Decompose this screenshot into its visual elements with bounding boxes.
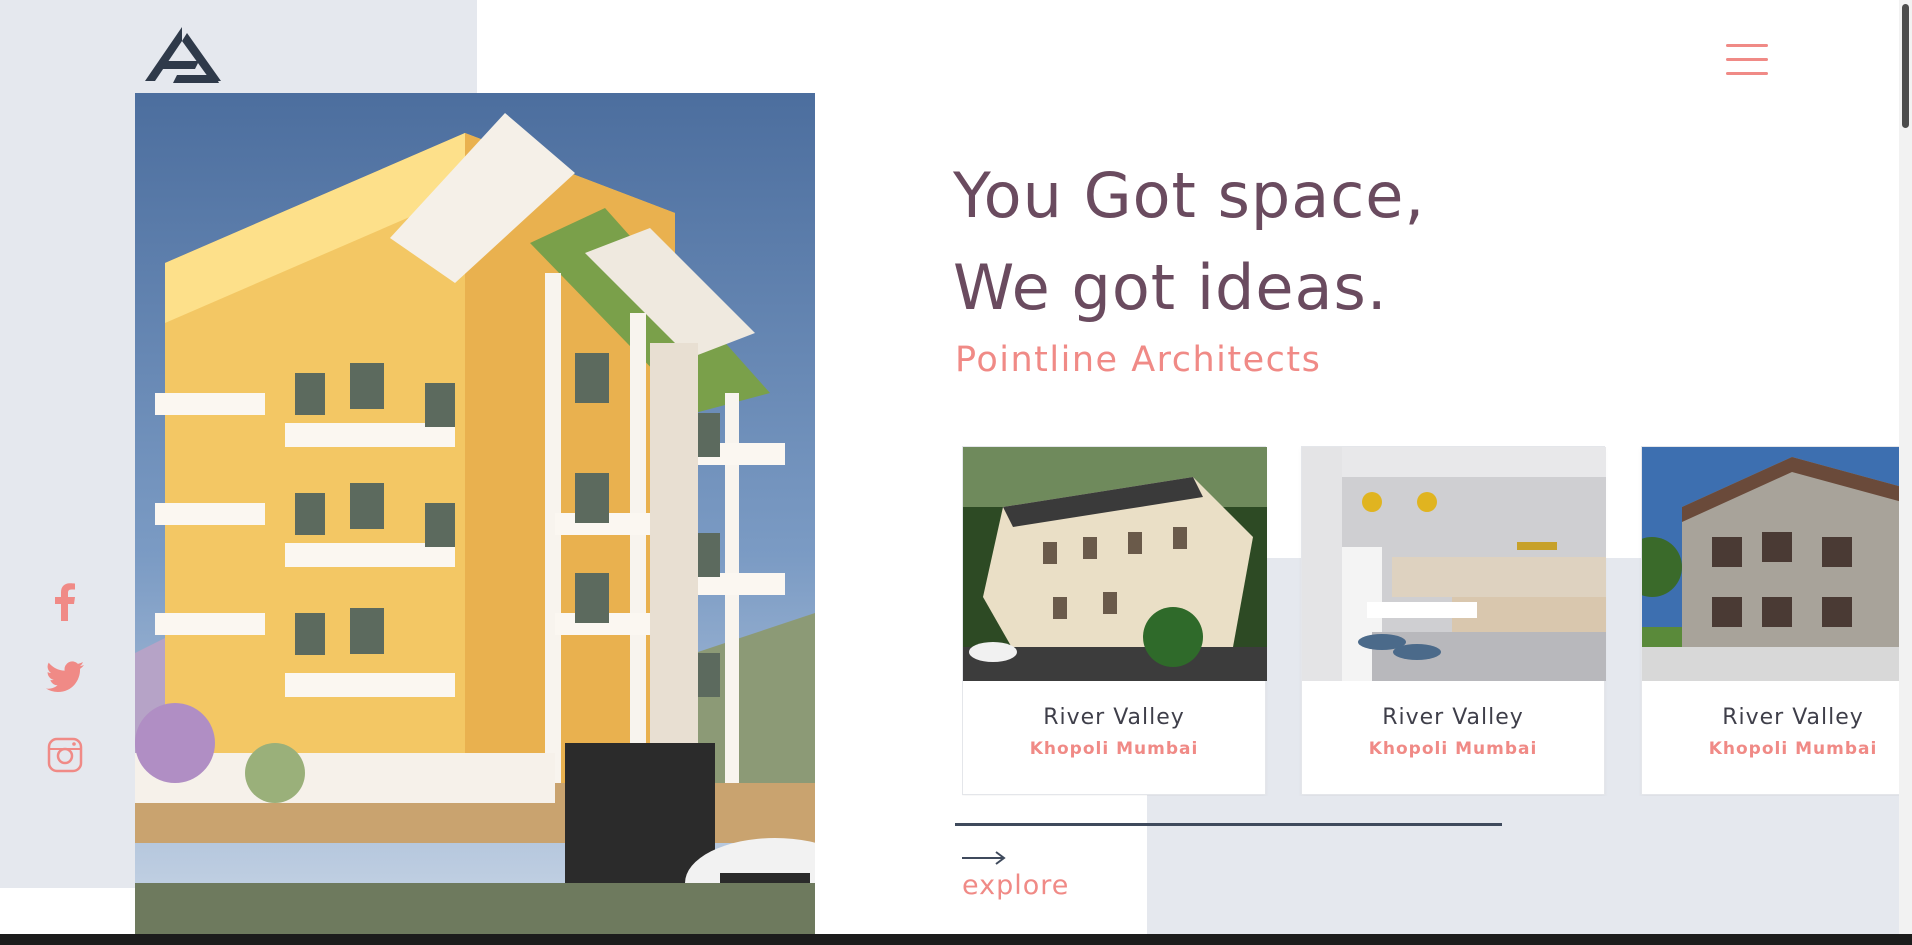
instagram-icon[interactable]: [44, 734, 86, 776]
facebook-icon[interactable]: [44, 581, 86, 623]
project-card[interactable]: River Valley Khopoli Mumbai: [1301, 446, 1606, 795]
headline-line-2: We got ideas.: [953, 251, 1388, 324]
hero-building-image: [135, 93, 815, 934]
hero-subtitle: Pointline Architects: [955, 340, 1322, 380]
page-scrollbar[interactable]: [1899, 0, 1912, 934]
projects-carousel: River Valley Khopoli Mumbai River Valley: [962, 446, 1899, 796]
project-location: Khopoli Mumbai: [1029, 739, 1199, 759]
project-card-image: [1302, 447, 1606, 681]
project-card[interactable]: River Valley Khopoli Mumbai: [962, 446, 1267, 795]
project-card-image: [1642, 447, 1899, 681]
twitter-icon[interactable]: [44, 656, 86, 698]
project-card-image: [963, 447, 1267, 681]
project-title: River Valley: [1722, 705, 1864, 730]
project-title: River Valley: [1043, 705, 1185, 730]
project-card[interactable]: River Valley Khopoli Mumbai: [1641, 446, 1899, 795]
project-location: Khopoli Mumbai: [1708, 739, 1878, 759]
arrow-right-icon: [962, 851, 1006, 865]
headline-line-1: You Got space,: [953, 159, 1426, 232]
pointline-logo-icon: [145, 27, 221, 83]
hero-headline: You Got space, We got ideas.: [953, 150, 1425, 334]
project-title: River Valley: [1382, 705, 1524, 730]
explore-label: explore: [962, 870, 1070, 901]
bottom-bar: [0, 934, 1912, 945]
hamburger-menu-icon[interactable]: [1724, 40, 1770, 80]
scrollbar-thumb[interactable]: [1902, 4, 1909, 128]
project-location: Khopoli Mumbai: [1368, 739, 1538, 759]
carousel-progress-line: [955, 823, 1502, 826]
brand-logo[interactable]: [139, 25, 225, 85]
